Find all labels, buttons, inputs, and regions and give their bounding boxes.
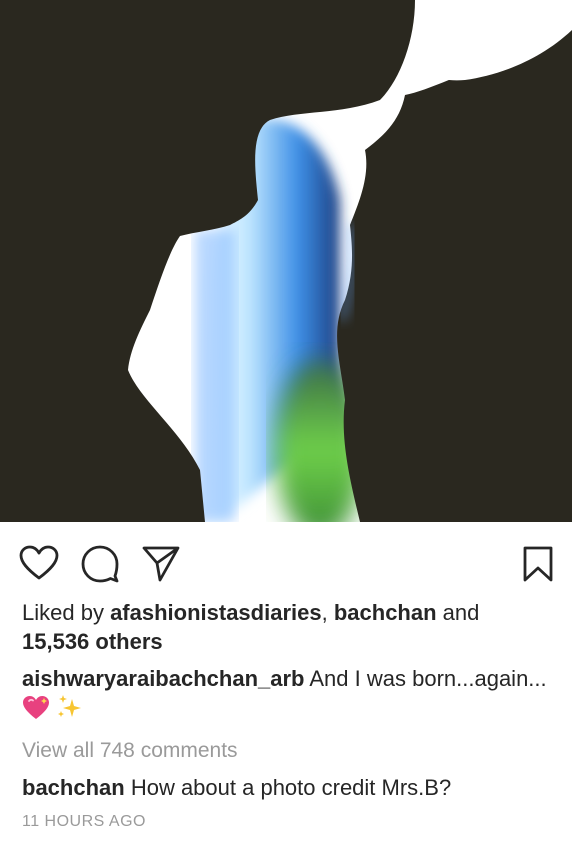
- sparkles-icon: [56, 693, 84, 728]
- view-all-comments-link[interactable]: View all 748 comments: [22, 736, 552, 765]
- caption-text: And I was born...again...: [304, 666, 547, 691]
- liked-by-user-link[interactable]: afashionistasdiaries: [110, 600, 322, 625]
- silhouette-photo: [0, 0, 572, 522]
- post-photo[interactable]: [0, 0, 572, 522]
- likes-summary[interactable]: Liked by afashionistasdiaries, bachchan …: [22, 598, 552, 656]
- comment-item: bachchan How about a photo credit Mrs.B?: [22, 773, 552, 802]
- instagram-post: Liked by afashionistasdiaries, bachchan …: [0, 0, 572, 843]
- sparkling-heart-icon: [22, 695, 50, 728]
- action-bar: [0, 522, 572, 598]
- paper-plane-icon[interactable]: [141, 545, 181, 583]
- heart-icon[interactable]: [19, 545, 59, 581]
- post-caption: aishwaryaraibachchan_arb And I was born.…: [22, 664, 552, 728]
- caption-username-link[interactable]: aishwaryaraibachchan_arb: [22, 666, 304, 691]
- comment-text: How about a photo credit Mrs.B?: [124, 775, 452, 800]
- liked-by-user-link[interactable]: bachchan: [334, 600, 437, 625]
- speech-bubble-icon[interactable]: [80, 545, 120, 583]
- comment-username-link[interactable]: bachchan: [22, 775, 125, 800]
- liked-by-others-link[interactable]: 15,536 others: [22, 629, 163, 654]
- bookmark-icon[interactable]: [521, 545, 555, 583]
- liked-by-separator: ,: [321, 600, 334, 625]
- post-timestamp: 11 HOURS AGO: [22, 813, 146, 830]
- liked-by-prefix: Liked by: [22, 600, 111, 625]
- post-meta: Liked by afashionistasdiaries, bachchan …: [22, 598, 552, 832]
- liked-by-and: and: [436, 600, 480, 625]
